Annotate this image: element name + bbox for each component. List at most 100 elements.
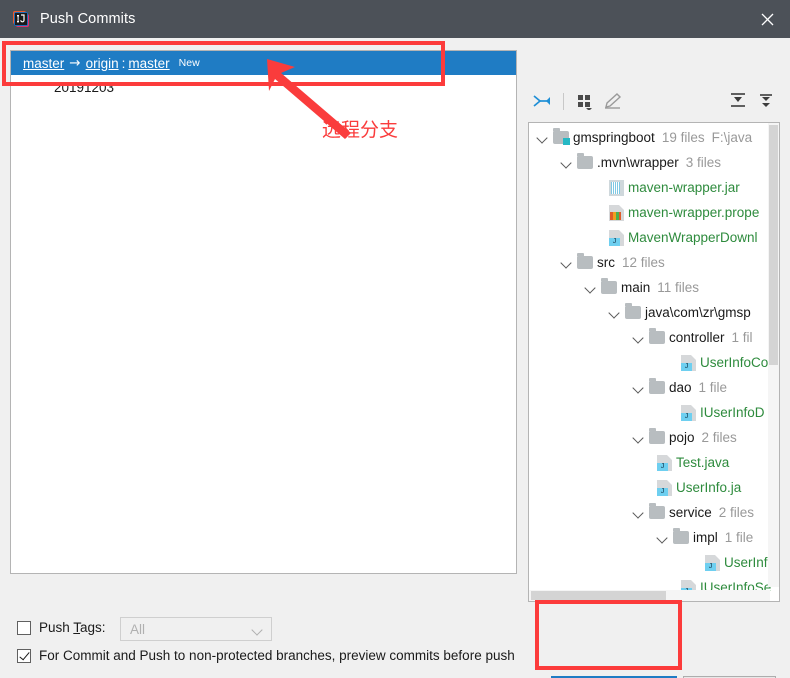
folder-icon bbox=[625, 303, 641, 319]
tree-file-node[interactable]: J MavenWrapperDownl bbox=[529, 225, 769, 250]
separator-colon: : bbox=[121, 55, 126, 71]
expand-all-icon[interactable] bbox=[724, 88, 752, 114]
tree-node-file-count: 3 files bbox=[685, 155, 722, 170]
folder-icon bbox=[553, 128, 570, 145]
tree-folder-node[interactable]: dao 1 file bbox=[529, 375, 769, 400]
tree-node-label: main bbox=[621, 280, 651, 295]
tree-horizontal-scrollbar[interactable] bbox=[529, 590, 770, 601]
folder-icon bbox=[649, 428, 665, 444]
tree-folder-node[interactable]: .mvn\wrapper 3 files bbox=[529, 150, 769, 175]
folder-icon bbox=[649, 503, 665, 519]
tree-file-label: UserInf bbox=[724, 555, 768, 570]
tree-node-label: controller bbox=[669, 330, 725, 345]
tree-folder-node[interactable]: gmspringboot 19 files F:\java bbox=[529, 125, 769, 150]
tree-file-node[interactable]: maven-wrapper.prope bbox=[529, 200, 769, 225]
tree-node-file-count: 2 files bbox=[718, 505, 755, 520]
push-tags-select-value: All bbox=[130, 621, 146, 637]
java-file-icon: J bbox=[681, 354, 696, 371]
java-file-icon: J bbox=[681, 404, 696, 421]
tree-node-file-count: 11 files bbox=[657, 280, 700, 295]
tree-folder-node[interactable]: service 2 files bbox=[529, 500, 769, 525]
collapse-changes-icon[interactable] bbox=[528, 88, 556, 114]
tree-file-label: IUserInfoD bbox=[700, 405, 765, 420]
tree-node-label: impl bbox=[693, 530, 718, 545]
tree-file-node[interactable]: J UserInfoCo bbox=[529, 350, 769, 375]
push-tags-select[interactable]: All bbox=[120, 617, 272, 641]
folder-icon bbox=[601, 278, 617, 294]
tree-node-file-count: 19 files bbox=[661, 130, 705, 145]
tree-file-node[interactable]: J UserInfo.ja bbox=[529, 475, 769, 500]
tree-vertical-scrollbar[interactable] bbox=[768, 123, 779, 587]
tree-node-label: src bbox=[597, 255, 615, 270]
tree-node-path: F:\java bbox=[711, 130, 753, 145]
chevron-down-icon[interactable] bbox=[633, 507, 645, 519]
tree-node-file-count: 1 file bbox=[698, 380, 728, 395]
title-bar: Push Commits bbox=[0, 0, 790, 38]
tree-folder-node[interactable]: pojo 2 files bbox=[529, 425, 769, 450]
tree-node-file-count: 12 files bbox=[622, 255, 665, 270]
preview-commits-checkbox[interactable] bbox=[17, 648, 31, 663]
tree-node-label: gmspringboot bbox=[573, 130, 655, 145]
tree-node-label: .mvn\wrapper bbox=[597, 155, 679, 170]
remote-name-link[interactable]: origin bbox=[86, 56, 119, 71]
tree-folder-node[interactable]: java\com\zr\gmsp bbox=[529, 300, 769, 325]
changed-files-tree[interactable]: gmspringboot 19 files F:\java .mvn\wrapper 3… bbox=[528, 122, 780, 602]
tree-file-node[interactable]: J UserInf bbox=[529, 550, 769, 575]
tree-node-label: pojo bbox=[669, 430, 695, 445]
chevron-down-icon[interactable] bbox=[537, 132, 549, 144]
push-tags-label: Push Tags: bbox=[39, 620, 106, 635]
tree-vertical-scroll-thumb[interactable] bbox=[769, 125, 778, 365]
collapse-all-icon[interactable] bbox=[752, 88, 780, 114]
java-file-icon: J bbox=[657, 454, 672, 471]
tree-node-label: dao bbox=[669, 380, 692, 395]
push-tags-row[interactable]: Push Tags: bbox=[17, 620, 106, 635]
edit-icon[interactable] bbox=[599, 88, 627, 114]
tree-file-label: UserInfo.ja bbox=[676, 480, 742, 495]
tree-node-file-count: 1 file bbox=[724, 530, 754, 545]
preview-commits-label: For Commit and Push to non-protected bra… bbox=[39, 648, 515, 663]
local-branch-label: master bbox=[23, 55, 65, 71]
java-file-icon: J bbox=[657, 479, 672, 496]
tree-horizontal-scroll-thumb[interactable] bbox=[531, 591, 666, 600]
tree-folder-node[interactable]: impl 1 file bbox=[529, 525, 769, 550]
group-by-icon[interactable] bbox=[571, 88, 599, 114]
tree-folder-node[interactable]: main 11 files bbox=[529, 275, 769, 300]
window-title: Push Commits bbox=[40, 11, 136, 27]
annotation-label-remote-branch: 远程分支 bbox=[322, 119, 399, 141]
close-icon[interactable] bbox=[744, 0, 790, 38]
new-branch-badge: New bbox=[178, 57, 200, 69]
tree-file-node[interactable]: J IUserInfoD bbox=[529, 400, 769, 425]
tree-file-node[interactable]: maven-wrapper.jar bbox=[529, 175, 769, 200]
preview-commits-row[interactable]: For Commit and Push to non-protected bra… bbox=[17, 648, 515, 663]
arrow-glyph: → bbox=[69, 55, 81, 71]
tree-file-label: MavenWrapperDownl bbox=[628, 230, 758, 245]
chevron-down-icon[interactable] bbox=[561, 257, 573, 269]
chevron-down-icon[interactable] bbox=[585, 282, 597, 294]
tree-file-label: maven-wrapper.prope bbox=[628, 205, 760, 220]
tree-file-node[interactable]: J Test.java bbox=[529, 450, 769, 475]
tree-folder-node[interactable]: controller 1 fil bbox=[529, 325, 769, 350]
tree-node-file-count: 1 fil bbox=[731, 330, 753, 345]
folder-icon bbox=[649, 378, 665, 394]
folder-icon bbox=[673, 528, 689, 544]
chevron-down-icon[interactable] bbox=[633, 432, 645, 444]
tree-folder-node[interactable]: src 12 files bbox=[529, 250, 769, 275]
tree-file-label: maven-wrapper.jar bbox=[628, 180, 740, 195]
folder-icon bbox=[649, 328, 665, 344]
tree-node-file-count: 2 files bbox=[701, 430, 737, 445]
properties-file-icon bbox=[609, 204, 624, 221]
remote-branch-link[interactable]: master bbox=[128, 56, 169, 71]
changes-tree-toolbar bbox=[528, 86, 780, 116]
chevron-down-icon[interactable] bbox=[633, 382, 645, 394]
chevron-down-icon[interactable] bbox=[609, 307, 621, 319]
chevron-down-icon bbox=[251, 624, 263, 636]
push-tags-checkbox[interactable] bbox=[17, 620, 31, 635]
tree-file-label: Test.java bbox=[676, 455, 730, 470]
java-file-icon: J bbox=[609, 229, 624, 246]
java-file-icon: J bbox=[705, 554, 720, 571]
intellij-idea-logo-icon bbox=[12, 10, 30, 28]
chevron-down-icon[interactable] bbox=[561, 157, 573, 169]
chevron-down-icon[interactable] bbox=[633, 332, 645, 344]
folder-icon bbox=[577, 153, 593, 169]
chevron-down-icon[interactable] bbox=[657, 532, 669, 544]
